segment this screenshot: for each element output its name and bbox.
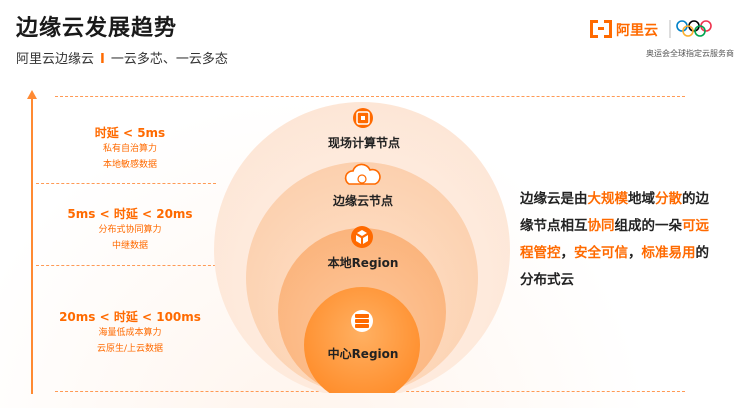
desc-text: 组成的一朵 [614,218,683,234]
desc-text: 边缘云是由 [520,191,588,207]
layer-label-center-region: 中心Region [327,347,399,361]
layer-label-edge-node: 边缘云节点 [332,194,393,208]
desc-text: 地域 [628,191,655,207]
desc-highlight: 安全可信 [574,245,628,261]
layer-label-field-node: 现场计算节点 [327,136,400,150]
server-icon [351,310,373,332]
desc-text: ， [560,245,575,261]
chip-icon [353,108,373,128]
desc-highlight: 大规模 [587,191,629,207]
desc-text: ， [628,245,642,261]
layer-label-local-region: 本地Region [327,256,399,270]
desc-highlight: 标准易用 [641,245,696,261]
desc-highlight: 分散 [655,191,682,207]
description-paragraph: 边缘云是由大规模地域分散的边缘节点相互协同组成的一朵可远程管控，安全可信，标准易… [520,186,720,294]
desc-highlight: 协同 [587,218,615,234]
cubes-icon [351,226,373,248]
